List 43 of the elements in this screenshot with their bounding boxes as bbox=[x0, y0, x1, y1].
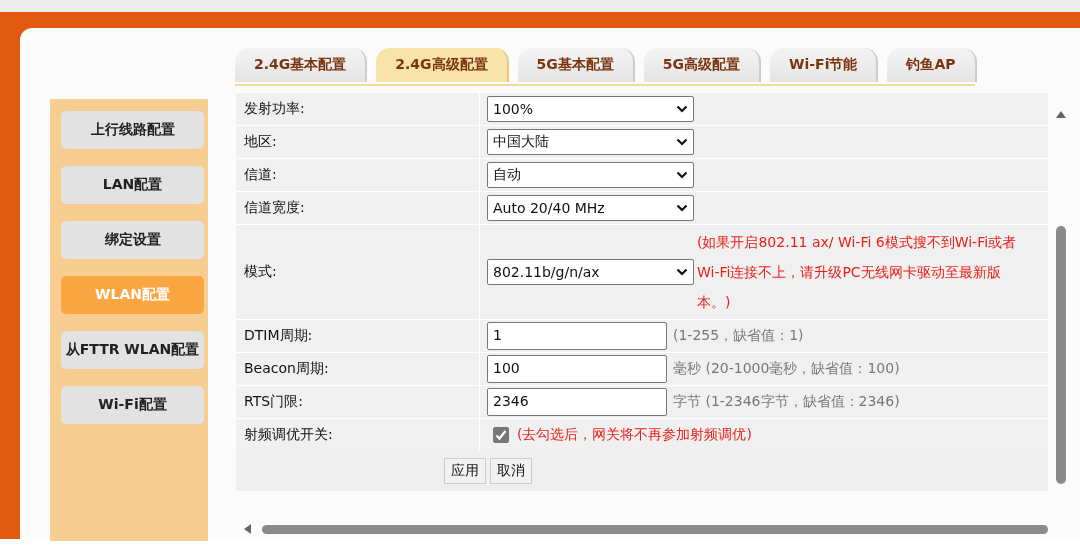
field-label: DTIM周期: bbox=[244, 327, 313, 345]
sidebar-item[interactable]: LAN配置 bbox=[61, 166, 204, 204]
warning-note: (如果开启802.11 ax/ Wi-Fi 6模式搜不到Wi-Fi或者Wi-Fi连接不上，请升级PC无线网卡驱动至最新版本。) bbox=[697, 233, 1018, 312]
dropdown[interactable]: 中国大陆 bbox=[487, 129, 694, 155]
chevron-down-icon bbox=[676, 105, 688, 113]
scroll-up-icon[interactable] bbox=[1056, 111, 1066, 119]
dropdown[interactable]: 100% bbox=[487, 96, 694, 122]
sidebar-item[interactable]: 上行线路配置 bbox=[61, 111, 204, 149]
sidebar-item[interactable]: Wi-Fi配置 bbox=[61, 386, 204, 424]
input-field[interactable]: 100 bbox=[487, 355, 667, 383]
hint-text: 字节 (1-2346字节，缺省值：2346) bbox=[673, 393, 900, 411]
sidebar-item[interactable]: 绑定设置 bbox=[61, 221, 204, 259]
hint-text: 毫秒 (20-1000毫秒，缺省值：100) bbox=[673, 360, 900, 378]
chevron-down-icon bbox=[676, 138, 688, 146]
scroll-left-icon[interactable] bbox=[244, 524, 252, 534]
tab[interactable]: 5G基本配置 bbox=[517, 48, 635, 82]
warning-note: (去勾选后，网关将不再参加射频调优) bbox=[517, 426, 752, 444]
chevron-down-icon bbox=[676, 204, 688, 212]
tab[interactable]: 2.4G基本配置 bbox=[235, 48, 368, 82]
tab[interactable]: Wi-Fi节能 bbox=[770, 48, 879, 82]
tab[interactable]: 2.4G高级配置 bbox=[376, 48, 509, 82]
field-label: 地区: bbox=[244, 133, 277, 151]
field-label: 发射功率: bbox=[244, 100, 305, 118]
sidebar-item[interactable]: 从FTTR WLAN配置 bbox=[61, 331, 204, 369]
field-label: 信道: bbox=[244, 166, 277, 184]
chevron-down-icon bbox=[676, 171, 688, 179]
field-label: 射频调优开关: bbox=[244, 426, 333, 444]
dropdown[interactable]: 802.11b/g/n/ax bbox=[487, 259, 694, 285]
field-label: 信道宽度: bbox=[244, 199, 305, 217]
form-button[interactable]: 应用 bbox=[444, 458, 486, 484]
tab[interactable]: 钓鱼AP bbox=[887, 48, 977, 82]
input-field[interactable]: 1 bbox=[487, 322, 667, 350]
dropdown[interactable]: Auto 20/40 MHz bbox=[487, 195, 694, 221]
dropdown[interactable]: 自动 bbox=[487, 162, 694, 188]
field-label: 模式: bbox=[244, 263, 277, 281]
tab[interactable]: 5G高级配置 bbox=[643, 48, 762, 82]
field-label: RTS门限: bbox=[244, 393, 303, 411]
field-label: Beacon周期: bbox=[244, 360, 329, 378]
input-field[interactable]: 2346 bbox=[487, 388, 667, 416]
hint-text: (1-255，缺省值：1) bbox=[673, 327, 804, 345]
checkbox[interactable] bbox=[493, 427, 509, 443]
chevron-down-icon bbox=[676, 268, 688, 276]
form-button[interactable]: 取消 bbox=[490, 458, 532, 484]
